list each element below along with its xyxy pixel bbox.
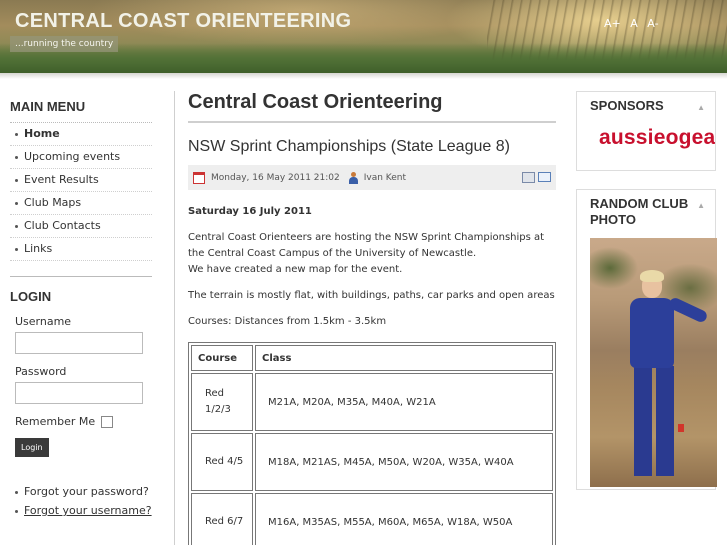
bullet-icon — [15, 178, 18, 182]
class-cell: M21A, M20A, M35A, M40A, W21A — [255, 373, 553, 431]
remember-me-checkbox[interactable] — [101, 415, 114, 428]
menu-item-club-maps[interactable]: Club Maps — [10, 192, 152, 215]
random-photo-title-text: RANDOM CLUB PHOTO — [590, 196, 689, 227]
bullet-icon — [15, 224, 18, 228]
main-content: Central Coast Orienteering NSW Sprint Ch… — [188, 91, 556, 545]
courses-paragraph: Courses: Distances from 1.5km - 3.5km — [188, 316, 387, 327]
site-tagline: ...running the country — [10, 36, 119, 52]
font-reset-button[interactable]: A — [630, 17, 638, 30]
forgot-username-link[interactable]: Forgot your username? — [15, 504, 152, 517]
menu-item-label: Event Results — [24, 173, 99, 186]
paragraph-text: Central Coast Orienteers are hosting the… — [188, 232, 545, 259]
course-cell: Red 6/7 — [191, 493, 253, 545]
bullet-icon — [15, 132, 18, 136]
menu-item-upcoming-events[interactable]: Upcoming events — [10, 146, 152, 169]
header-shadow — [0, 73, 727, 79]
article-paragraph: Central Coast Orienteers are hosting the… — [188, 230, 556, 278]
menu-item-links[interactable]: Links — [10, 238, 152, 261]
menu-item-home[interactable]: Home — [10, 123, 152, 146]
sponsor-logo[interactable]: aussieogear — [577, 120, 715, 170]
print-icon[interactable] — [522, 172, 535, 183]
menu-item-label: Upcoming events — [24, 150, 121, 163]
menu-item-club-contacts[interactable]: Club Contacts — [10, 215, 152, 238]
sponsors-title: SPONSORS ▲ — [577, 92, 715, 120]
main-menu: Home Upcoming events Event Results Club … — [10, 123, 152, 261]
font-decrease-button[interactable]: A- — [647, 17, 658, 30]
login-title: LOGIN — [10, 289, 52, 304]
course-cell: Red 4/5 — [191, 433, 253, 491]
table-row: Red 1/2/3 M21A, M20A, M35A, M40A, W21A — [191, 373, 553, 431]
divider — [10, 276, 152, 277]
site-title[interactable]: CENTRAL COAST ORIENTEERING — [15, 10, 351, 33]
forgot-password-link[interactable]: Forgot your password? — [15, 485, 152, 498]
username-label: Username — [15, 315, 72, 328]
club-photo[interactable] — [590, 238, 717, 487]
photo-runner-hair — [640, 270, 664, 282]
remember-me-label: Remember Me — [15, 415, 96, 428]
bullet-icon — [15, 201, 18, 205]
email-icon[interactable] — [538, 172, 551, 182]
menu-item-label: Links — [24, 242, 53, 255]
forgot-password-label: Forgot your password? — [24, 485, 149, 498]
event-date: Saturday 16 July 2011 — [188, 206, 312, 217]
random-photo-title: RANDOM CLUB PHOTO ▲ — [577, 190, 715, 234]
menu-item-label: Club Contacts — [24, 219, 101, 232]
table-header-row: Course Class — [191, 345, 553, 371]
article-author: Ivan Kent — [363, 172, 407, 183]
bullet-icon — [15, 155, 18, 159]
photo-runner-body — [630, 298, 674, 368]
bullet-icon — [15, 509, 18, 513]
site-header: CENTRAL COAST ORIENTEERING ...running th… — [0, 0, 727, 73]
collapse-icon[interactable]: ▲ — [697, 100, 705, 116]
article-actions — [522, 172, 551, 183]
password-label: Password — [15, 365, 67, 378]
login-links: Forgot your password? Forgot your userna… — [15, 485, 152, 517]
main-menu-title: MAIN MENU — [10, 99, 152, 123]
forgot-username-label: Forgot your username? — [24, 504, 152, 517]
photo-control-flag — [678, 424, 684, 432]
username-input[interactable] — [15, 332, 143, 354]
login-button[interactable]: Login — [15, 438, 49, 457]
paragraph-text: We have created a new map for the event. — [188, 264, 403, 275]
terrain-paragraph: The terrain is mostly flat, with buildin… — [188, 290, 555, 301]
course-cell: Red 1/2/3 — [191, 373, 253, 431]
calendar-icon — [193, 171, 205, 184]
column-header-course: Course — [191, 345, 253, 371]
class-cell: M18A, M21AS, M45A, M50A, W20A, W35A, W40… — [255, 433, 553, 491]
font-sizer: A+ A A- — [604, 17, 665, 30]
article-meta: Monday, 16 May 2011 21:02 Ivan Kent — [188, 165, 556, 190]
login-module: LOGIN Username Password Remember Me Logi… — [10, 289, 152, 517]
column-header-class: Class — [255, 345, 553, 371]
article-date: Monday, 16 May 2011 21:02 — [211, 172, 340, 183]
menu-item-label: Club Maps — [24, 196, 82, 209]
menu-item-event-results[interactable]: Event Results — [10, 169, 152, 192]
menu-item-label: Home — [24, 127, 60, 140]
column-divider — [174, 91, 175, 545]
remember-me-row: Remember Me — [15, 415, 152, 428]
password-input[interactable] — [15, 382, 143, 404]
courses-table: Course Class Red 1/2/3 M21A, M20A, M35A,… — [188, 342, 556, 545]
font-increase-button[interactable]: A+ — [604, 17, 621, 30]
photo-runner-legs — [634, 366, 674, 476]
article-title[interactable]: NSW Sprint Championships (State League 8… — [188, 138, 556, 156]
table-row: Red 6/7 M16A, M35AS, M55A, M60A, M65A, W… — [191, 493, 553, 545]
random-photo-module: RANDOM CLUB PHOTO ▲ — [576, 189, 717, 490]
sponsors-module: SPONSORS ▲ aussieogear — [576, 91, 716, 171]
author-icon — [348, 171, 359, 184]
table-row: Red 4/5 M18A, M21AS, M45A, M50A, W20A, W… — [191, 433, 553, 491]
page-title: Central Coast Orienteering — [188, 91, 556, 123]
right-sidebar: SPONSORS ▲ aussieogear RANDOM CLUB PHOTO… — [576, 91, 717, 508]
sponsors-title-text: SPONSORS — [590, 98, 664, 113]
bullet-icon — [15, 490, 18, 494]
bullet-icon — [15, 247, 18, 251]
left-sidebar: MAIN MENU Home Upcoming events Event Res… — [10, 99, 152, 523]
class-cell: M16A, M35AS, M55A, M60A, M65A, W18A, W50… — [255, 493, 553, 545]
collapse-icon[interactable]: ▲ — [697, 198, 705, 214]
